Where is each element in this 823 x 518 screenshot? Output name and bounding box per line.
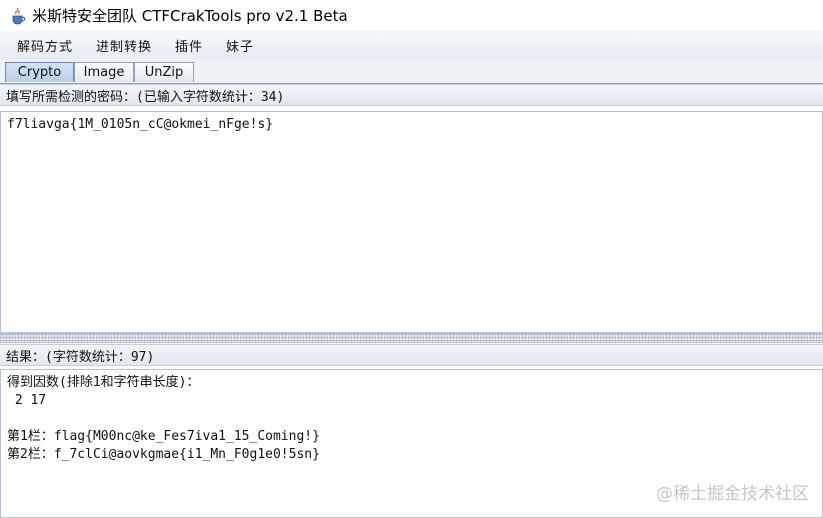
input-label: 填写所需检测的密码：(已输入字符数统计：34) bbox=[0, 84, 823, 106]
menu-bar: 解码方式 进制转换 插件 妹子 bbox=[0, 31, 823, 60]
result-line bbox=[7, 410, 816, 428]
tab-image[interactable]: Image bbox=[74, 62, 134, 82]
menu-base-convert[interactable]: 进制转换 bbox=[96, 36, 152, 55]
menu-girls[interactable]: 妹子 bbox=[226, 36, 254, 55]
java-cup-icon bbox=[10, 7, 26, 25]
tab-unzip[interactable]: UnZip bbox=[134, 62, 194, 82]
title-bar: 米斯特安全团队 CTFCrakTools pro v2.1 Beta bbox=[0, 0, 823, 31]
watermark: @稀土掘金技术社区 bbox=[656, 484, 809, 504]
tab-crypto[interactable]: Crypto bbox=[5, 62, 74, 82]
result-line: 第2栏：f_7clCi@aovkgmae{i1_Mn_F0g1e0!5sn} bbox=[7, 447, 320, 462]
tab-strip: Crypto Image UnZip bbox=[0, 59, 823, 84]
result-line: 2 17 bbox=[7, 393, 47, 408]
menu-plugins[interactable]: 插件 bbox=[175, 36, 203, 55]
password-input[interactable]: f7liavga{1M_0105n_cC@okmei_nFge!s} bbox=[0, 111, 823, 333]
menu-decode[interactable]: 解码方式 bbox=[17, 36, 73, 55]
window-title: 米斯特安全团队 CTFCrakTools pro v2.1 Beta bbox=[32, 7, 348, 25]
split-pane-divider[interactable] bbox=[0, 333, 823, 343]
result-line: 第1栏：flag{M00nc@ke_Fes7iva1_15_Coming!} bbox=[7, 429, 320, 444]
result-line: 得到因数(排除1和字符串长度)： bbox=[7, 375, 200, 390]
output-label: 结果：(字符数统计：97) bbox=[0, 344, 823, 366]
